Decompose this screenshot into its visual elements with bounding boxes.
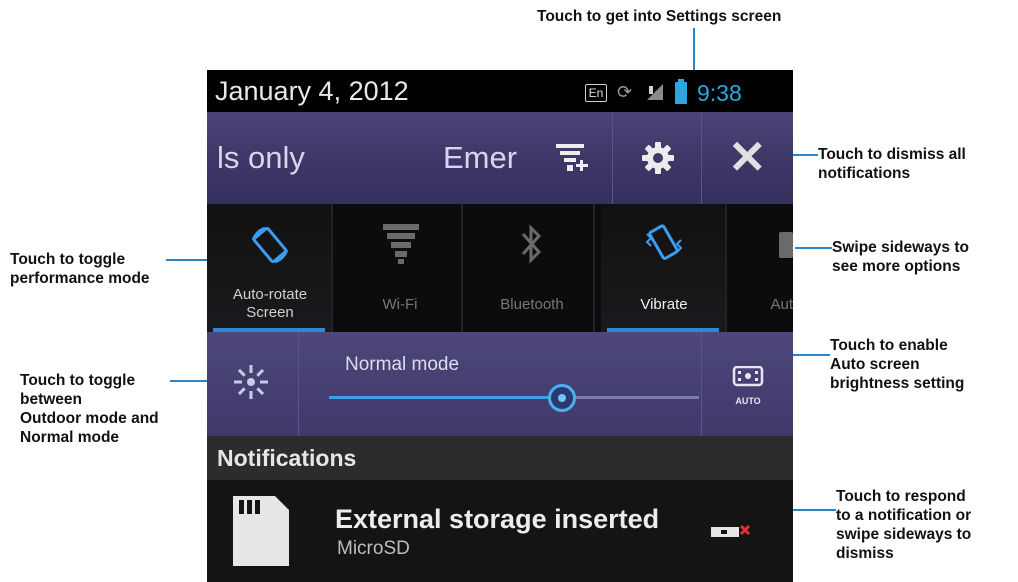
toggle-auto-rotate[interactable]: Auto-rotate Screen — [207, 204, 333, 332]
notifications-title: Notifications — [217, 445, 357, 471]
quick-toggles-row[interactable]: Auto-rotate Screen Wi-Fi Bluetooth Vibra… — [207, 204, 793, 332]
status-time: 9:38 — [697, 80, 742, 106]
brightness-slider-fill — [329, 396, 563, 399]
toggle-wifi[interactable]: Wi-Fi — [337, 204, 463, 332]
sd-card-icon — [233, 496, 289, 566]
callout-swipe: Swipe sideways to see more options — [832, 239, 969, 275]
brightness-icon — [234, 365, 268, 399]
wifi-icon — [383, 224, 419, 264]
toggle-label: Auto-rotate Screen — [232, 286, 308, 321]
brightness-slider[interactable] — [329, 396, 699, 399]
notifications-header: Notifications — [207, 436, 793, 480]
callout-respond: Touch to respond to a notification or sw… — [836, 488, 972, 562]
battery-icon — [675, 79, 687, 104]
callout-dismiss-all: Touch to dismiss all notifications — [818, 146, 966, 182]
settings-button[interactable] — [612, 112, 702, 204]
brightness-row: Normal mode AUTO — [207, 332, 793, 436]
notification-title: External storage inserted — [335, 504, 660, 534]
toggle-label: Aut — [770, 296, 793, 313]
status-bar: January 4, 2012 En ⟳ 9:38 — [207, 70, 793, 112]
quick-actions-row: ls only Emer ✕ — [207, 112, 793, 204]
toggle-vibrate[interactable]: Vibrate — [601, 204, 727, 332]
auto-brightness-button[interactable]: AUTO — [701, 332, 793, 436]
notification-filter-button[interactable] — [534, 112, 612, 204]
callout-line-swipe — [795, 247, 832, 249]
callout-auto-brightness: Touch to enable Auto screen brightness s… — [830, 337, 965, 392]
emergency-label[interactable]: Emer — [443, 140, 523, 176]
vibrate-icon — [645, 224, 683, 260]
callout-line-settings — [693, 28, 695, 72]
storage-eject-icon — [711, 524, 751, 537]
auto-brightness-icon — [732, 366, 764, 387]
toggle-label: Bluetooth — [500, 296, 564, 313]
profile-label[interactable]: ls only — [217, 140, 305, 176]
bluetooth-icon — [521, 224, 542, 264]
close-icon: ✕ — [728, 131, 767, 183]
toggle-bluetooth[interactable]: Bluetooth — [469, 204, 595, 332]
outdoor-mode-button[interactable] — [207, 332, 299, 436]
callout-outdoor-mode: Touch to toggle between Outdoor mode and… — [20, 372, 159, 446]
filter-icon — [556, 144, 588, 171]
rotate-icon — [251, 226, 289, 264]
notification-item[interactable]: External storage inserted MicroSD — [207, 480, 793, 582]
brightness-slider-thumb[interactable] — [548, 384, 577, 412]
sync-icon: ⟳ — [617, 82, 633, 102]
status-date: January 4, 2012 — [215, 76, 409, 106]
toggle-label: Vibrate — [640, 296, 688, 313]
notification-panel: January 4, 2012 En ⟳ 9:38 ls only Emer ✕… — [207, 70, 793, 582]
callout-performance: Touch to toggle performance mode — [10, 251, 150, 287]
language-icon: En — [585, 84, 607, 102]
toggle-auto-partial[interactable]: Aut — [733, 204, 793, 332]
dismiss-all-button[interactable]: ✕ — [702, 112, 793, 204]
toggle-label: Wi-Fi — [382, 296, 418, 313]
auto-brightness-label: AUTO — [735, 396, 761, 406]
notification-subtitle: MicroSD — [337, 538, 410, 559]
gear-icon — [642, 142, 674, 174]
auto-icon — [779, 232, 793, 258]
callout-settings: Touch to get into Settings screen — [537, 8, 782, 25]
signal-icon — [647, 84, 663, 100]
brightness-mode-label: Normal mode — [345, 354, 460, 375]
